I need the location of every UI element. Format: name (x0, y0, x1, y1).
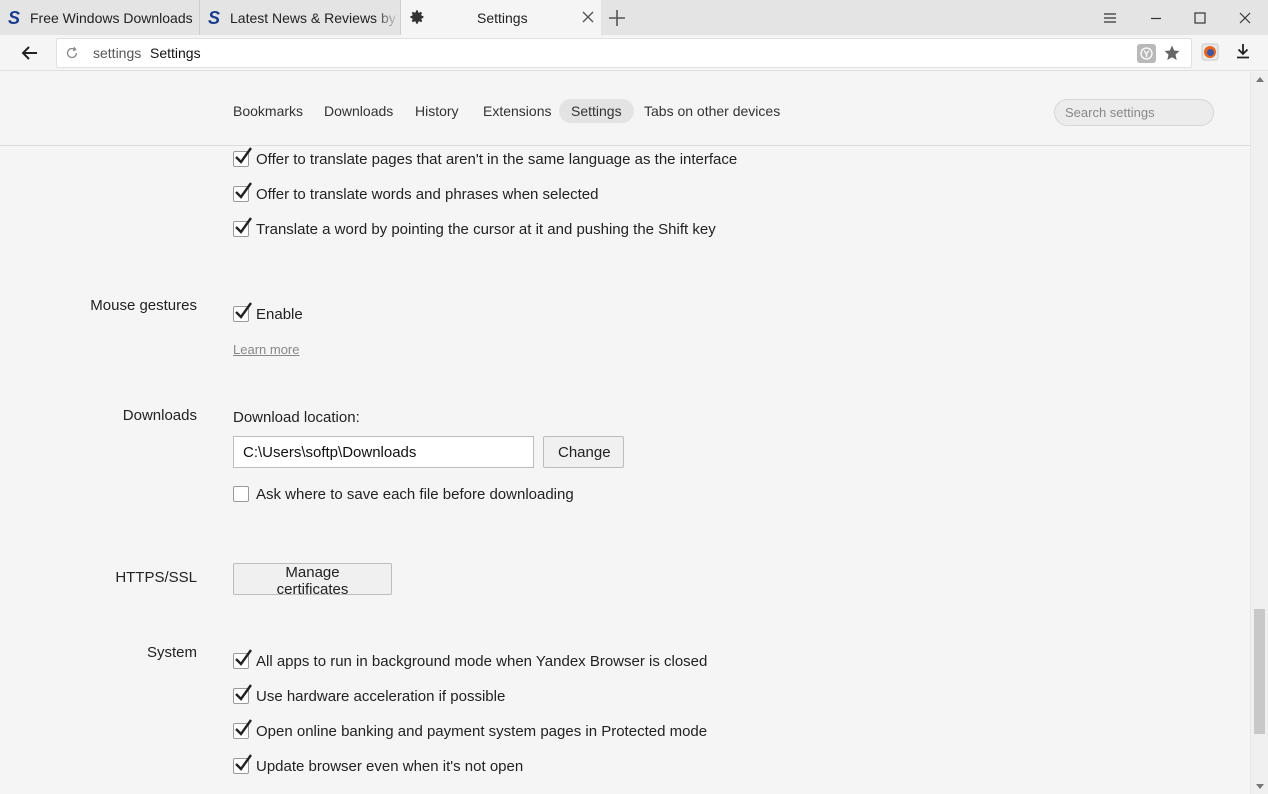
download-location-label: Download location: (233, 409, 360, 426)
checkbox[interactable] (233, 684, 252, 704)
checkbox-label: All apps to run in background mode when … (256, 652, 708, 670)
translate-words-checkbox[interactable]: Offer to translate words and phrases whe… (233, 182, 599, 204)
close-icon (1239, 12, 1251, 23)
nav-settings[interactable]: Settings (559, 99, 634, 123)
bookmark-star-icon[interactable] (1163, 44, 1181, 62)
checkmark-icon (235, 754, 252, 771)
download-icon[interactable] (1234, 42, 1252, 60)
checkmark-icon (235, 649, 252, 666)
maximize-icon (1194, 11, 1206, 24)
tab-title: Settings (477, 9, 528, 26)
address-page-title: Settings (150, 45, 201, 61)
tab-title: Free Windows Downloads (30, 9, 193, 26)
background-mode-checkbox[interactable]: All apps to run in background mode when … (233, 649, 708, 671)
manage-certificates-button[interactable]: Manage certificates (233, 563, 392, 598)
scroll-down-arrow-icon[interactable] (1256, 784, 1264, 790)
firefox-extension-icon[interactable] (1201, 43, 1219, 61)
download-location-field[interactable] (233, 436, 534, 468)
hamburger-icon (1104, 12, 1116, 23)
close-icon[interactable] (581, 10, 595, 24)
tab-free-windows-downloads[interactable]: S Free Windows Downloads (0, 0, 200, 35)
tab-settings[interactable]: Settings (401, 0, 601, 35)
minimize-icon (1151, 17, 1161, 19)
checkbox-label: Translate a word by pointing the cursor … (256, 220, 716, 238)
checkmark-icon (235, 302, 252, 319)
checkmark-icon (235, 147, 252, 164)
nav-extensions[interactable]: Extensions (483, 99, 551, 123)
tab-title: Latest News & Reviews by Softpedia (230, 9, 400, 26)
checkbox[interactable] (233, 719, 252, 739)
reload-icon[interactable] (65, 46, 79, 60)
settings-navigation: Bookmarks Downloads History Extensions S… (0, 72, 1250, 146)
nav-history[interactable]: History (415, 99, 459, 123)
ask-where-to-save-checkbox[interactable]: Ask where to save each file before downl… (233, 484, 574, 504)
mouse-gestures-enable-checkbox[interactable]: Enable (233, 302, 303, 324)
maximize-button[interactable] (1177, 0, 1223, 35)
checkbox-label: Update browser even when it's not open (256, 757, 524, 775)
checkmark-icon (235, 684, 252, 701)
section-label-system: System (146, 644, 197, 661)
translate-pages-checkbox[interactable]: Offer to translate pages that aren't in … (233, 147, 738, 169)
checkbox[interactable] (233, 147, 252, 167)
minimize-button[interactable] (1133, 0, 1179, 35)
vertical-scrollbar[interactable] (1250, 72, 1268, 794)
checkbox-label: Open online banking and payment system p… (256, 722, 708, 740)
nav-downloads[interactable]: Downloads (324, 99, 393, 123)
tab-strip: S Free Windows Downloads S Latest News &… (0, 0, 1268, 35)
yandex-y-icon (1140, 47, 1153, 60)
address-domain: settings (93, 45, 142, 61)
gear-icon (410, 10, 424, 24)
translate-shift-checkbox[interactable]: Translate a word by pointing the cursor … (233, 217, 716, 239)
new-tab-plus-icon[interactable] (606, 7, 628, 29)
tab-latest-news[interactable]: S Latest News & Reviews by Softpedia (200, 0, 401, 35)
section-label-downloads: Downloads (122, 407, 197, 424)
softpedia-icon: S (208, 7, 221, 28)
checkbox-label: Use hardware acceleration if possible (256, 687, 506, 705)
checkbox[interactable] (233, 182, 252, 202)
checkbox[interactable] (233, 217, 252, 237)
checkbox[interactable] (233, 302, 252, 322)
checkbox[interactable] (233, 754, 252, 774)
checkbox-label: Offer to translate pages that aren't in … (256, 150, 738, 168)
hardware-acceleration-checkbox[interactable]: Use hardware acceleration if possible (233, 684, 506, 706)
checkbox-label: Offer to translate words and phrases whe… (256, 185, 599, 203)
nav-bookmarks[interactable]: Bookmarks (233, 99, 303, 123)
address-bar[interactable]: settings Settings (56, 38, 1192, 68)
checkmark-icon (235, 217, 252, 234)
change-location-button[interactable]: Change (543, 436, 624, 468)
browser-toolbar: settings Settings (0, 35, 1268, 71)
update-browser-checkbox[interactable]: Update browser even when it's not open (233, 754, 524, 776)
learn-more-link[interactable]: Learn more (233, 342, 299, 357)
softpedia-icon: S (8, 7, 21, 28)
checkmark-icon (235, 719, 252, 736)
checkbox-label: Enable (256, 305, 303, 323)
scrollbar-thumb[interactable] (1254, 609, 1265, 734)
scroll-up-arrow-icon[interactable] (1256, 76, 1264, 82)
checkbox[interactable] (233, 486, 249, 502)
search-settings-input[interactable] (1054, 99, 1214, 126)
section-label-https-ssl: HTTPS/SSL (115, 569, 197, 586)
protect-shield-icon[interactable] (1137, 44, 1156, 63)
nav-tabs-on-other-devices[interactable]: Tabs on other devices (644, 99, 780, 123)
protected-mode-checkbox[interactable]: Open online banking and payment system p… (233, 719, 708, 741)
browser-menu-button[interactable] (1087, 0, 1133, 35)
checkmark-icon (235, 182, 252, 199)
section-label-mouse-gestures: Mouse gestures (90, 297, 197, 314)
back-arrow-icon[interactable] (18, 41, 42, 65)
window-close-button[interactable] (1222, 0, 1268, 35)
checkbox-label: Ask where to save each file before downl… (256, 485, 574, 503)
checkbox[interactable] (233, 649, 252, 669)
